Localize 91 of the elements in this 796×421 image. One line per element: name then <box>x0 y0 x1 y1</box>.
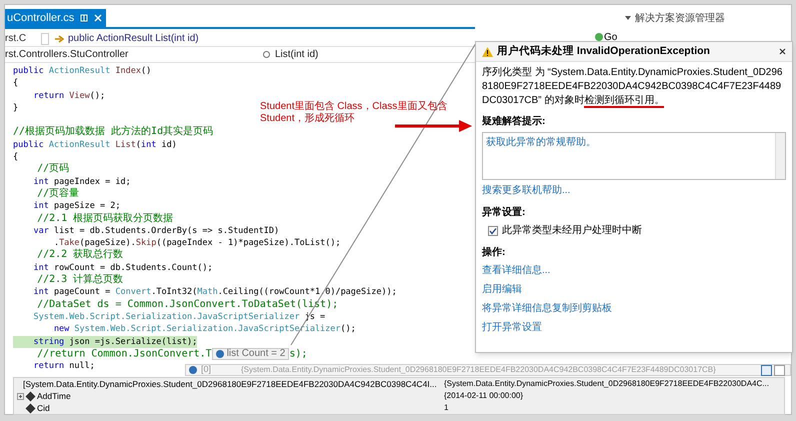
code-token: json =js.Serialize(list); <box>69 336 198 347</box>
code-token: //return Common.JsonConvert.T <box>36 348 212 360</box>
code-token: int <box>32 201 50 212</box>
code-token: .ToInt32( <box>151 287 198 298</box>
object-icon <box>216 350 224 358</box>
code-token: //2.3 计算总页数 <box>36 274 124 286</box>
code-token: { <box>13 78 18 88</box>
action-link[interactable]: 将异常详细信息复制到剪贴板 <box>482 301 786 317</box>
exception-message: 序列化类型 为 “System.Data.Entity.DynamicProxies.Student_0D2968180E9F2718EEDE4FB22030DA4C942BC0398C4C4F7E23F4489DC03017CB” 的对象时检测到循环引用。 <box>482 66 784 108</box>
annotation-text: Student里面包含 Class，Class里面又包含Student，形成死循环 <box>260 101 448 125</box>
code-token: s); <box>289 348 308 360</box>
code-token: ActionResult <box>48 140 112 150</box>
item-value: 1 <box>443 402 448 414</box>
code-token: List <box>115 140 136 150</box>
code-token: Index <box>115 66 141 76</box>
code-token: int <box>140 140 158 150</box>
code-token: //页码 <box>36 163 70 174</box>
code-token: rowCount = db.Students.Count(); <box>54 262 213 273</box>
code-token: list = db.Students.OrderBy(s => s.StudentID) <box>54 226 280 236</box>
item-name: [System.Data.Entity.DynamicProxies.Student_0D2968180E9F2718EEDE4FB22030DA4C942BC0398C4C4I... <box>23 378 437 390</box>
code-token: //根据页码加载数据 此方法的Id其实是页码 <box>13 126 214 138</box>
code-token: //页容量 <box>36 188 80 199</box>
code-token: return <box>32 361 66 372</box>
code-token: } <box>13 102 18 113</box>
code-token: pageIndex = id; <box>54 176 131 187</box>
code-token: (); <box>90 90 106 101</box>
exception-title: 用户代码未处理 InvalidOperationException <box>497 44 711 59</box>
go-icon <box>595 33 603 41</box>
member-signature[interactable]: public ActionResult List(int id) <box>68 31 199 46</box>
code-token: Math <box>197 287 218 298</box>
item-name: [0] <box>201 365 212 375</box>
code-token: Convert <box>115 287 152 298</box>
action-link[interactable]: 打开异常设置 <box>482 320 786 336</box>
help-link[interactable]: 获取此异常的常规帮助。 <box>483 133 775 179</box>
code-token: return <box>32 90 66 101</box>
code-token: public <box>13 66 45 76</box>
code-token: (pageSize). <box>80 238 136 248</box>
code-token: ( <box>136 140 141 150</box>
warning-icon <box>482 46 493 56</box>
checkbox[interactable] <box>488 226 498 236</box>
scrollbar[interactable] <box>775 133 785 179</box>
code-token: int <box>32 262 50 273</box>
code-token: System.Web.Script.Serialization.JavaScriptSerializer <box>32 312 301 322</box>
action-link[interactable]: 启用编辑 <box>482 282 786 298</box>
search-link[interactable]: 搜索更多联机帮助... <box>482 183 786 198</box>
code-token: int <box>32 176 50 187</box>
datatip-popup[interactable]: list Count = 2 <box>212 348 290 360</box>
code-token: .Ceiling((rowCount*1.0)/pageSize)); <box>218 287 397 298</box>
panel-title: 解决方案资源管理器 <box>635 12 725 26</box>
code-token: { <box>13 152 18 162</box>
code-token: View <box>69 90 90 101</box>
code-token: id) <box>161 140 177 150</box>
item-value: {System.Data.Entity.DynamicProxies.Student_0D2968180E9F2718EEDE4FB22030DA4C942BC0398C4C4F7E23F4489DC03017CB} <box>241 365 716 375</box>
code-token: Take <box>59 238 80 248</box>
code-token: string <box>32 336 66 347</box>
code-token: (); <box>340 324 356 334</box>
code-token: pageCount = <box>54 287 112 298</box>
method-dropdown[interactable]: List(int id) <box>275 47 318 62</box>
code-token: var <box>32 226 50 236</box>
go-button[interactable]: Go <box>595 30 618 44</box>
section-label: 操作: <box>482 246 506 260</box>
item-name: Cid <box>37 402 50 414</box>
item-name: AddTime <box>37 390 71 402</box>
code-token: //2.1 根据页码获取分页数据 <box>36 212 174 224</box>
code-token: int <box>32 287 50 298</box>
caret-icon[interactable] <box>625 16 631 20</box>
code-token: Skip <box>136 238 156 248</box>
arrow-icon <box>55 34 64 42</box>
code-token: new <box>52 324 70 334</box>
section-label: 异常设置: <box>482 206 526 220</box>
code-token: ActionResult <box>48 66 112 76</box>
project-dropdown[interactable]: rst.C <box>5 31 41 46</box>
method-icon <box>263 51 270 58</box>
section-label: 疑难解答提示: <box>482 114 546 129</box>
code-token: pageSize = 2; <box>54 201 120 212</box>
code-token: . <box>52 238 60 248</box>
code-token: () <box>140 66 152 76</box>
checkbox-label: 此异常类型未经用户处理时中断 <box>502 224 642 238</box>
pin-icon[interactable] <box>80 14 88 22</box>
code-token: public <box>13 140 45 150</box>
file-tab[interactable]: uController.cs <box>5 9 106 27</box>
object-icon <box>189 366 197 374</box>
code-token: null; <box>69 361 95 372</box>
action-link[interactable]: 查看详细信息... <box>482 263 786 279</box>
code-token: ((pageIndex - 1)*pageSize).ToList(); <box>156 238 341 248</box>
code-token: //2.2 获取总行数 <box>36 249 124 260</box>
expand-icon[interactable] <box>17 392 24 400</box>
code-token: //DataSet ds = Common.JsonConvert.ToDataSet(list); <box>36 298 338 310</box>
item-value: {2014-02-11 00:00:00} <box>443 390 524 402</box>
class-dropdown[interactable]: rst.Controllers.StuController <box>5 47 263 62</box>
close-icon[interactable] <box>779 48 786 55</box>
